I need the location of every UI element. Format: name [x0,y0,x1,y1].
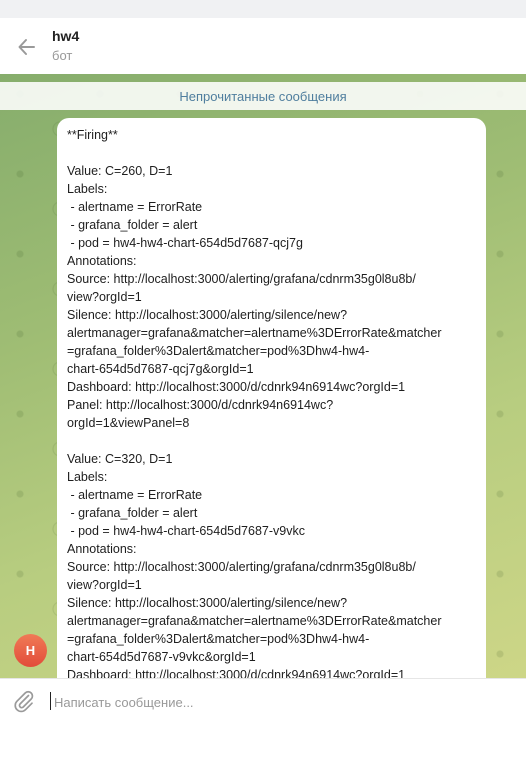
message-line: alertmanager=grafana&matcher=alertname%3… [67,614,442,628]
message-line: Labels: [67,182,108,196]
message-input[interactable] [52,688,496,716]
message-line: view?orgId=1 [67,290,142,304]
message-line: chart-654d5d7687-qcj7g&orgId=1 [67,362,254,376]
arrow-left-icon [18,39,35,55]
message-line: Labels: [67,470,108,484]
message-line: - alertname = ErrorRate [67,200,203,214]
message-list[interactable]: Непрочитанные сообщения **Firing** Value… [0,74,526,678]
paperclip-icon [14,690,34,713]
message-line: - pod = hw4-hw4-chart-654d5d7687-v9vkc [67,524,305,538]
message-line: Silence: http://localhost:3000/alerting/… [67,596,348,610]
message-bubble[interactable]: **Firing** Value: C=260, D=1 Labels: - al… [57,118,486,678]
message-line: =grafana_folder%3Dalert&matcher=pod%3Dhw… [67,632,370,646]
message-line [67,144,486,162]
message-line [67,432,486,450]
message-line: =grafana_folder%3Dalert&matcher=pod%3Dhw… [67,344,370,358]
chat-title[interactable]: hw4 [52,28,79,44]
message-line: Source: http://localhost:3000/alerting/g… [67,560,416,574]
message-line: - grafana_folder = alert [67,506,198,520]
message-text: **Firing** Value: C=260, D=1 Labels: - al… [67,126,486,678]
message-line: Source: http://localhost:3000/alerting/g… [67,272,416,286]
message-line: Value: C=320, D=1 [67,452,173,466]
message-line: - pod = hw4-hw4-chart-654d5d7687-qcj7g [67,236,303,250]
message-line: Value: C=260, D=1 [67,164,173,178]
message-line: Dashboard: http://localhost:3000/d/cdnrk… [67,668,406,678]
message-line: orgId=1&viewPanel=8 [67,416,190,430]
chat-header: hw4 бот [0,18,526,75]
message-line: Dashboard: http://localhost:3000/d/cdnrk… [67,380,406,394]
text-caret [50,692,51,710]
message-line: Silence: http://localhost:3000/alerting/… [67,308,348,322]
avatar[interactable]: H [14,634,47,667]
message-composer [0,678,526,725]
back-button[interactable] [12,32,42,62]
window-top-strip [0,0,526,18]
message-line: - grafana_folder = alert [67,218,198,232]
message-line: alertmanager=grafana&matcher=alertname%3… [67,326,442,340]
message-line: - alertname = ErrorRate [67,488,203,502]
message-line: view?orgId=1 [67,578,142,592]
unread-messages-divider: Непрочитанные сообщения [0,82,526,110]
message-line: **Firing** [67,128,118,142]
message-line: Annotations: [67,542,137,556]
message-line: Panel: http://localhost:3000/d/cdnrk94n6… [67,398,334,412]
message-line: chart-654d5d7687-v9vkc&orgId=1 [67,650,256,664]
attach-button[interactable] [12,689,36,713]
chat-subtitle: бот [52,48,73,63]
message-line: Annotations: [67,254,137,268]
